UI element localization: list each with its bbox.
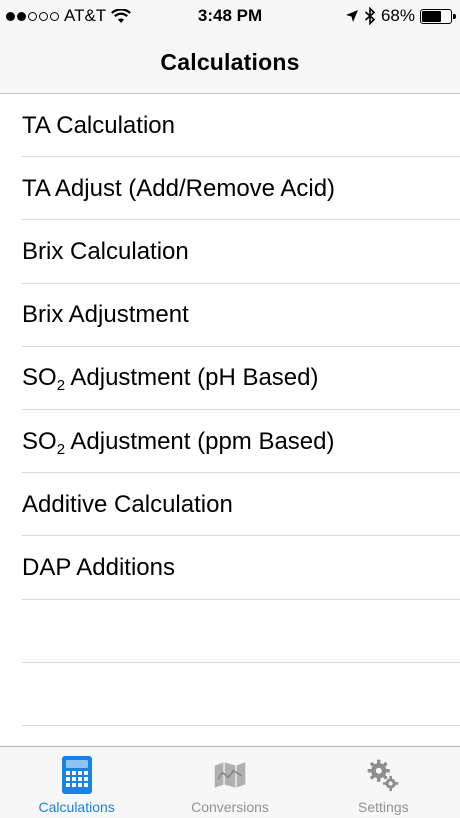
bluetooth-icon (364, 7, 376, 25)
list-item-label: Additive Calculation (22, 490, 233, 518)
calculations-list: TA Calculation TA Adjust (Add/Remove Aci… (0, 94, 460, 727)
calculator-icon (60, 755, 94, 795)
list-item-label: SO2 Adjustment (pH Based) (22, 364, 319, 395)
map-icon (213, 755, 247, 795)
tab-conversions[interactable]: Conversions (153, 747, 306, 818)
battery-percent: 68% (380, 6, 415, 25)
list-item-additive-calculation[interactable]: Additive Calculation (0, 473, 460, 537)
page-title: Calculations (160, 49, 300, 75)
location-arrow-icon (345, 10, 358, 22)
wifi-icon (111, 8, 132, 23)
gears-icon (366, 755, 400, 795)
list-item-brix-calculation[interactable]: Brix Calculation (0, 220, 460, 284)
list-item-label: Brix Calculation (22, 237, 189, 265)
tab-label: Conversions (191, 799, 269, 815)
list-item-ta-adjust[interactable]: TA Adjust (Add/Remove Acid) (0, 157, 460, 221)
tab-label: Calculations (38, 799, 115, 815)
list-item-so2-adjustment-ppm[interactable]: SO2 Adjustment (ppm Based) (0, 410, 460, 474)
tab-calculations[interactable]: Calculations (0, 747, 153, 818)
list-item-so2-adjustment-ph[interactable]: SO2 Adjustment (pH Based) (0, 347, 460, 411)
list-item-label: Brix Adjustment (22, 301, 189, 329)
list-item-label: TA Calculation (22, 111, 175, 139)
tab-bar: Calculations Conversions Settings (0, 746, 460, 818)
list-item-label: DAP Additions (22, 553, 175, 581)
status-bar: AT&T 3:48 PM 68% (0, 0, 460, 32)
tab-settings[interactable]: Settings (307, 747, 460, 818)
status-left: AT&T (6, 6, 132, 26)
list-item-label: TA Adjust (Add/Remove Acid) (22, 174, 336, 202)
list-item-brix-adjustment[interactable]: Brix Adjustment (0, 284, 460, 347)
empty-row (0, 663, 460, 727)
navigation-bar: Calculations (0, 32, 460, 94)
list-item-ta-calculation[interactable]: TA Calculation (0, 94, 460, 158)
signal-strength-icon (6, 11, 59, 21)
list-item-label: SO2 Adjustment (ppm Based) (22, 427, 335, 458)
empty-row (0, 600, 460, 663)
status-right: 68% (345, 6, 456, 26)
tab-label: Settings (358, 799, 409, 815)
status-time: 3:48 PM (197, 6, 263, 25)
list-item-dap-additions[interactable]: DAP Additions (0, 536, 460, 600)
battery-fill (422, 10, 442, 22)
carrier-label: AT&T (64, 6, 107, 25)
battery-icon (420, 8, 456, 24)
screen: AT&T 3:48 PM 68% Calculations TA Calcula… (0, 0, 460, 818)
